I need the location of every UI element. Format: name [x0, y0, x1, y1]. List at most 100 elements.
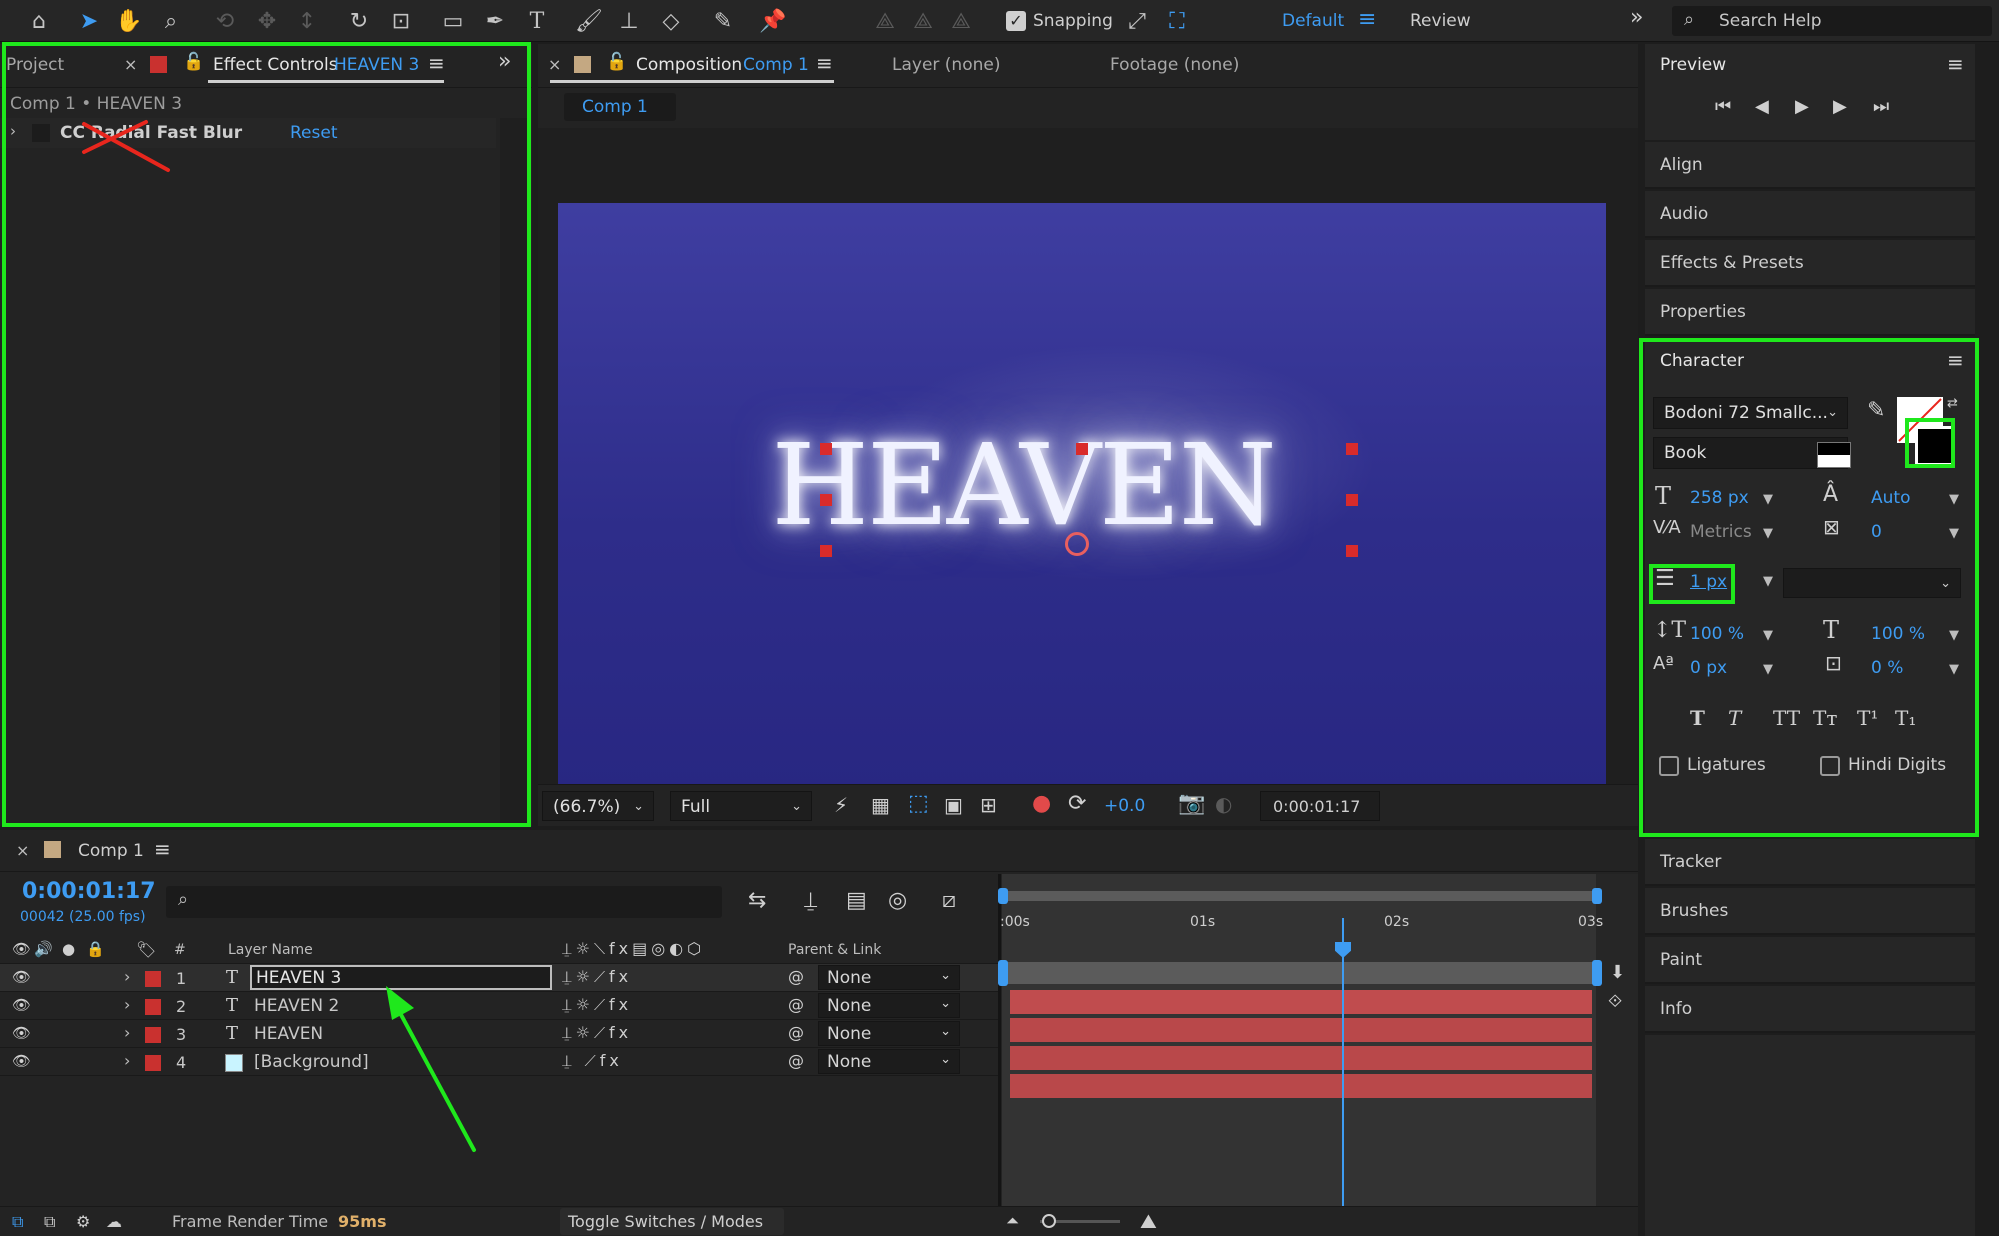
parent-dropdown[interactable]: None ⌄ — [818, 965, 960, 990]
playhead-line[interactable] — [1342, 918, 1344, 1236]
visibility-eye-icon[interactable]: 👁 — [12, 1024, 31, 1042]
comp-mini-flowchart-icon[interactable]: ⇆ — [748, 888, 766, 913]
tab-footage[interactable]: Footage (none) — [1110, 55, 1239, 75]
twirl-chevron-icon[interactable]: › — [124, 1051, 130, 1070]
bounding-handle[interactable] — [1346, 545, 1358, 557]
zoom-slider-thumb[interactable] — [1042, 1214, 1056, 1228]
expand-layer-switches-icon[interactable]: ⧉ — [12, 1212, 23, 1232]
layer-label-swatch[interactable] — [145, 971, 161, 987]
work-area-bar[interactable] — [1002, 962, 1598, 984]
exposure-value[interactable]: +0.0 — [1104, 796, 1145, 816]
anchor-point-icon[interactable] — [1065, 532, 1089, 556]
twirl-chevron-icon[interactable]: › — [124, 1023, 130, 1042]
layer-label-swatch[interactable] — [145, 1055, 161, 1071]
panel-properties[interactable]: Properties — [1645, 289, 1975, 336]
tab-comp-name[interactable]: Comp 1 — [743, 55, 809, 75]
tab-layer[interactable]: Layer (none) — [892, 55, 1000, 75]
panel-align[interactable]: Align — [1645, 142, 1975, 189]
type-tool-icon[interactable]: T — [522, 6, 552, 36]
table-row[interactable]: 👁 › 4 [Background] ⍊ ⟋fx @ None ⌄ — [0, 1048, 1000, 1076]
timeline-tab-label[interactable]: Comp 1 — [78, 841, 144, 861]
motion-blur-icon[interactable]: ◎ — [888, 888, 907, 913]
rotate-tool-icon[interactable]: ↻ — [344, 6, 374, 36]
next-frame-icon[interactable]: ▶ — [1833, 96, 1847, 117]
last-frame-icon[interactable]: ⏭ — [1873, 96, 1889, 117]
bounding-handle[interactable] — [1076, 443, 1088, 455]
snap-options-icon[interactable]: ⤢ — [1122, 6, 1152, 36]
expand-transfer-icon[interactable]: ⧉ — [44, 1212, 55, 1232]
roto-brush-icon[interactable]: ✎ — [708, 6, 738, 36]
bounding-handle[interactable] — [820, 443, 832, 455]
play-icon[interactable]: ▶ — [1795, 96, 1809, 117]
bounding-handle[interactable] — [820, 545, 832, 557]
layer-bar[interactable] — [1010, 1018, 1592, 1042]
selection-tool-icon[interactable]: ➤ — [74, 6, 104, 36]
comp-marker-icon[interactable]: ⬇ — [1610, 962, 1625, 983]
workspace-review[interactable]: Review — [1410, 11, 1471, 31]
comp-viewer[interactable]: HEAVEN — [538, 128, 1638, 793]
tab-composition[interactable]: Composition — [636, 55, 742, 75]
pick-whip-icon[interactable]: @ — [788, 967, 804, 986]
parent-dropdown[interactable]: None ⌄ — [818, 993, 960, 1018]
table-row[interactable]: 👁 › 2 T HEAVEN 2 ⍊☼⟋fx @ None ⌄ — [0, 992, 1000, 1020]
layer-name[interactable]: HEAVEN 2 — [254, 996, 339, 1016]
first-frame-icon[interactable]: ⏮ — [1715, 96, 1731, 117]
parent-dropdown[interactable]: None ⌄ — [818, 1021, 960, 1046]
table-row[interactable]: 👁 › 1 T HEAVEN 3 ⍊☼⟋fx @ None ⌄ — [0, 964, 1000, 992]
orbit-camera-icon[interactable]: ⟲ — [210, 6, 240, 36]
grid-guides-icon[interactable]: ⊞ — [980, 793, 997, 817]
visibility-eye-icon[interactable]: 👁 — [12, 968, 31, 986]
time-graph[interactable]: :00s 01s 02s 03s ⬇ ⟐ — [998, 874, 1638, 1236]
layer-bar[interactable] — [1010, 1074, 1592, 1098]
twirl-chevron-icon[interactable]: › — [124, 995, 130, 1014]
brush-tool-icon[interactable]: 🖌 — [574, 6, 604, 36]
axis-local-icon[interactable]: ⟁ — [870, 6, 900, 36]
zoom-in-icon[interactable]: ⛰ — [1140, 1209, 1157, 1233]
axis-world-icon[interactable]: ⟁ — [908, 6, 938, 36]
resolution-dropdown[interactable]: Full ⌄ — [670, 791, 812, 821]
comp-subtab[interactable]: Comp 1 — [564, 93, 676, 121]
snap-to-edges-icon[interactable]: ⛶ — [1162, 6, 1192, 36]
render-time-icon[interactable]: ☁ — [106, 1212, 122, 1231]
panel-brushes[interactable]: Brushes — [1645, 888, 1975, 935]
layer-bar[interactable] — [1010, 1046, 1592, 1070]
region-interest-icon[interactable]: ▣ — [944, 793, 963, 817]
pick-whip-icon[interactable]: @ — [788, 1023, 804, 1042]
layer-name[interactable]: [Background] — [254, 1052, 369, 1072]
panel-tracker[interactable]: Tracker — [1645, 839, 1975, 886]
twirl-chevron-icon[interactable]: › — [124, 967, 130, 986]
panel-menu-icon[interactable]: ≡ — [816, 51, 833, 75]
col-layer-name[interactable]: Layer Name — [228, 942, 313, 958]
timeline-timecode[interactable]: 0:00:01:17 — [22, 879, 156, 904]
panel-menu-icon[interactable]: ≡ — [154, 837, 171, 861]
zoom-tool-icon[interactable]: ⌕ — [156, 6, 186, 36]
visibility-eye-icon[interactable]: 👁 — [12, 996, 31, 1014]
parent-dropdown[interactable]: None ⌄ — [818, 1049, 960, 1074]
frame-blending-icon[interactable]: ▤ — [846, 888, 867, 913]
panel-effects-presets[interactable]: Effects & Presets — [1645, 240, 1975, 287]
reset-exposure-icon[interactable]: ⟳ — [1068, 791, 1086, 816]
workspace-default[interactable]: Default — [1282, 11, 1344, 31]
pick-whip-icon[interactable]: @ — [788, 1051, 804, 1070]
bounding-handle[interactable] — [820, 494, 832, 506]
work-area-start[interactable] — [998, 960, 1008, 986]
eraser-tool-icon[interactable]: ◇ — [656, 6, 686, 36]
canvas-heaven-text[interactable]: HEAVEN — [743, 421, 1303, 551]
layer-search-input[interactable]: ⌕ — [166, 886, 722, 918]
table-row[interactable]: 👁 › 3 T HEAVEN ⍊☼⟋fx @ None ⌄ — [0, 1020, 1000, 1048]
viewer-timecode-field[interactable]: 0:00:01:17 — [1260, 791, 1380, 821]
layer-switches[interactable]: ⍊☼⟋fx — [562, 1023, 632, 1043]
bounding-handle[interactable] — [1346, 494, 1358, 506]
navigator-bar[interactable] — [1002, 891, 1598, 901]
work-area-end[interactable] — [1592, 960, 1602, 986]
keyframe-nav-icon[interactable]: ⟐ — [1608, 991, 1622, 1012]
layer-name[interactable]: HEAVEN — [254, 1024, 323, 1044]
bounding-handle[interactable] — [1346, 443, 1358, 455]
zoom-out-icon[interactable]: ⏶ — [1006, 1211, 1019, 1231]
layer-switches[interactable]: ⍊ ⟋fx — [562, 1051, 623, 1071]
prev-frame-icon[interactable]: ◀ — [1755, 96, 1769, 117]
pan-camera-icon[interactable]: ✥ — [252, 6, 282, 36]
snapshot-camera-icon[interactable]: 📷 — [1178, 791, 1205, 816]
layer-switches[interactable]: ⍊☼⟋fx — [562, 995, 632, 1015]
layer-switches[interactable]: ⍊☼⟋fx — [562, 967, 632, 987]
